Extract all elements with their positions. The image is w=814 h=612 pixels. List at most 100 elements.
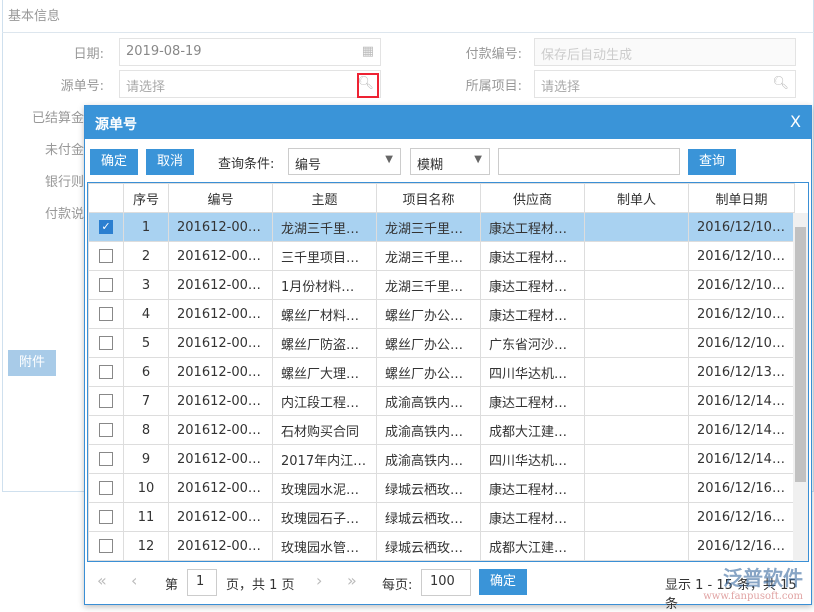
row-checkbox[interactable] xyxy=(99,510,113,524)
row-checkbox[interactable] xyxy=(99,336,113,350)
table-cell: 四川华达机… xyxy=(481,358,585,387)
table-row[interactable]: 12201612-000…玫瑰园水管…绿城云栖玫…成都大江建…2016/12/1… xyxy=(89,532,795,561)
table-cell: 螺丝厂大理… xyxy=(273,358,377,387)
attach-button[interactable]: 附件 xyxy=(8,350,56,376)
last-page-button[interactable]: » xyxy=(347,571,357,590)
confirm-button[interactable]: 确定 xyxy=(90,149,138,175)
bank-label: 银行则 xyxy=(0,171,84,190)
table-row[interactable]: 10201612-00011玫瑰园水泥…绿城云栖玫…康达工程材…2016/12/… xyxy=(89,474,795,503)
row-checkbox-cell[interactable] xyxy=(89,416,124,445)
table-row[interactable]: ✓1201612-000…龙湖三千里…龙湖三千里…康达工程材…2016/12/1… xyxy=(89,213,795,242)
table-cell: 2016/12/10 … xyxy=(689,329,795,358)
row-checkbox-cell[interactable]: ✓ xyxy=(89,213,124,242)
project-label: 所属项目: xyxy=(422,75,522,94)
table-cell: 玫瑰园水泥… xyxy=(273,474,377,503)
close-icon[interactable]: X xyxy=(790,112,801,131)
row-checkbox[interactable] xyxy=(99,423,113,437)
section-title: 基本信息 xyxy=(8,5,60,24)
row-checkbox[interactable] xyxy=(99,365,113,379)
payno-input[interactable]: 保存后自动生成 xyxy=(534,38,796,66)
table-cell: 成渝高铁内… xyxy=(377,387,481,416)
table-row[interactable]: 6201612-000…螺丝厂大理…螺丝厂办公…四川华达机…2016/12/13… xyxy=(89,358,795,387)
search-icon[interactable]: 🔍︎ xyxy=(772,76,789,91)
row-checkbox[interactable]: ✓ xyxy=(99,220,113,234)
row-checkbox-cell[interactable] xyxy=(89,503,124,532)
source-input[interactable]: 请选择🔍︎ xyxy=(119,70,381,98)
table-row[interactable]: 11201612-000…玫瑰园石子…绿城云栖玫…康达工程材…2016/12/1… xyxy=(89,503,795,532)
column-header[interactable]: 项目名称 xyxy=(377,184,481,213)
row-checkbox[interactable] xyxy=(99,452,113,466)
query-input[interactable] xyxy=(498,148,680,175)
row-checkbox-cell[interactable] xyxy=(89,300,124,329)
row-checkbox[interactable] xyxy=(99,249,113,263)
row-checkbox[interactable] xyxy=(99,394,113,408)
row-checkbox-cell[interactable] xyxy=(89,387,124,416)
page-input[interactable]: 1 xyxy=(187,569,217,596)
row-checkbox[interactable] xyxy=(99,539,113,553)
table-row[interactable]: 5201612-000…螺丝厂防盗…螺丝厂办公…广东省河沙…2016/12/10… xyxy=(89,329,795,358)
mode-select[interactable]: 模糊▼ xyxy=(410,148,490,175)
next-page-button[interactable]: › xyxy=(316,571,322,590)
row-checkbox-cell[interactable] xyxy=(89,532,124,561)
row-checkbox-cell[interactable] xyxy=(89,445,124,474)
table-row[interactable]: 7201612-000…内江段工程…成渝高铁内…康达工程材…2016/12/14… xyxy=(89,387,795,416)
table-row[interactable]: 8201612-000…石材购买合同成渝高铁内…成都大江建…2016/12/14… xyxy=(89,416,795,445)
table-cell: 康达工程材… xyxy=(481,503,585,532)
table-cell xyxy=(585,213,689,242)
table-cell: 成都大江建… xyxy=(481,532,585,561)
table-cell: 10 xyxy=(124,474,169,503)
table-cell: 2016/12/10 … xyxy=(689,242,795,271)
table-cell: 1 xyxy=(124,213,169,242)
column-header[interactable]: 主题 xyxy=(273,184,377,213)
date-input[interactable]: 2019-08-19▦ xyxy=(119,38,381,66)
cancel-button[interactable]: 取消 xyxy=(146,149,194,175)
row-checkbox-cell[interactable] xyxy=(89,242,124,271)
table-cell xyxy=(585,300,689,329)
pager-confirm-button[interactable]: 确定 xyxy=(479,569,527,595)
row-checkbox-cell[interactable] xyxy=(89,271,124,300)
row-checkbox-cell[interactable] xyxy=(89,358,124,387)
source-label: 源单号: xyxy=(4,75,104,94)
row-checkbox-cell[interactable] xyxy=(89,474,124,503)
table-cell xyxy=(585,329,689,358)
calendar-icon[interactable]: ▦ xyxy=(362,44,374,59)
row-checkbox[interactable] xyxy=(99,307,113,321)
row-checkbox[interactable] xyxy=(99,278,113,292)
column-header[interactable]: 制单人 xyxy=(585,184,689,213)
column-header[interactable]: 序号 xyxy=(124,184,169,213)
scrollbar-thumb[interactable] xyxy=(795,227,806,482)
column-header[interactable]: 制单日期 xyxy=(689,184,795,213)
column-header[interactable]: 编号 xyxy=(169,184,273,213)
table-cell: 成渝高铁内… xyxy=(377,445,481,474)
table-cell: 201612-000… xyxy=(169,416,273,445)
table-cell: 2 xyxy=(124,242,169,271)
table-cell: 康达工程材… xyxy=(481,300,585,329)
table-cell: 螺丝厂办公… xyxy=(377,300,481,329)
per-page-label: 每页: xyxy=(382,574,412,593)
first-page-button[interactable]: « xyxy=(97,571,107,590)
table-cell: 螺丝厂办公… xyxy=(377,329,481,358)
per-page-input[interactable]: 100 xyxy=(421,569,471,596)
query-button[interactable]: 查询 xyxy=(688,149,736,175)
field-select[interactable]: 编号▼ xyxy=(288,148,401,175)
column-header[interactable] xyxy=(89,184,124,213)
table-row[interactable]: 2201612-000…三千里项目…龙湖三千里…康达工程材…2016/12/10… xyxy=(89,242,795,271)
table-cell: 201612-000… xyxy=(169,387,273,416)
table-row[interactable]: 3201612-000…1月份材料…龙湖三千里…康达工程材…2016/12/10… xyxy=(89,271,795,300)
row-checkbox[interactable] xyxy=(99,481,113,495)
chevron-down-icon: ▼ xyxy=(385,154,393,165)
project-input[interactable]: 请选择🔍︎ xyxy=(534,70,796,98)
table-cell: 2016/12/14 … xyxy=(689,387,795,416)
table-cell: 2016/12/16 … xyxy=(689,532,795,561)
table-row[interactable]: 4201612-000…螺丝厂材料…螺丝厂办公…康达工程材…2016/12/10… xyxy=(89,300,795,329)
pager: « ‹ 第 1 页，共 1 页 › » 每页: 100 确定 显示 1 - 15… xyxy=(85,564,811,604)
table-cell: 2016/12/10 … xyxy=(689,213,795,242)
column-header[interactable]: 供应商 xyxy=(481,184,585,213)
table-cell: 2016/12/13 … xyxy=(689,358,795,387)
payno-label: 付款编号: xyxy=(422,43,522,62)
table-row[interactable]: 9201612-000…2017年内江…成渝高铁内…四川华达机…2016/12/… xyxy=(89,445,795,474)
prev-page-button[interactable]: ‹ xyxy=(131,571,137,590)
row-checkbox-cell[interactable] xyxy=(89,329,124,358)
scrollbar[interactable] xyxy=(793,213,808,561)
settled-label: 已结算金 xyxy=(0,107,84,126)
